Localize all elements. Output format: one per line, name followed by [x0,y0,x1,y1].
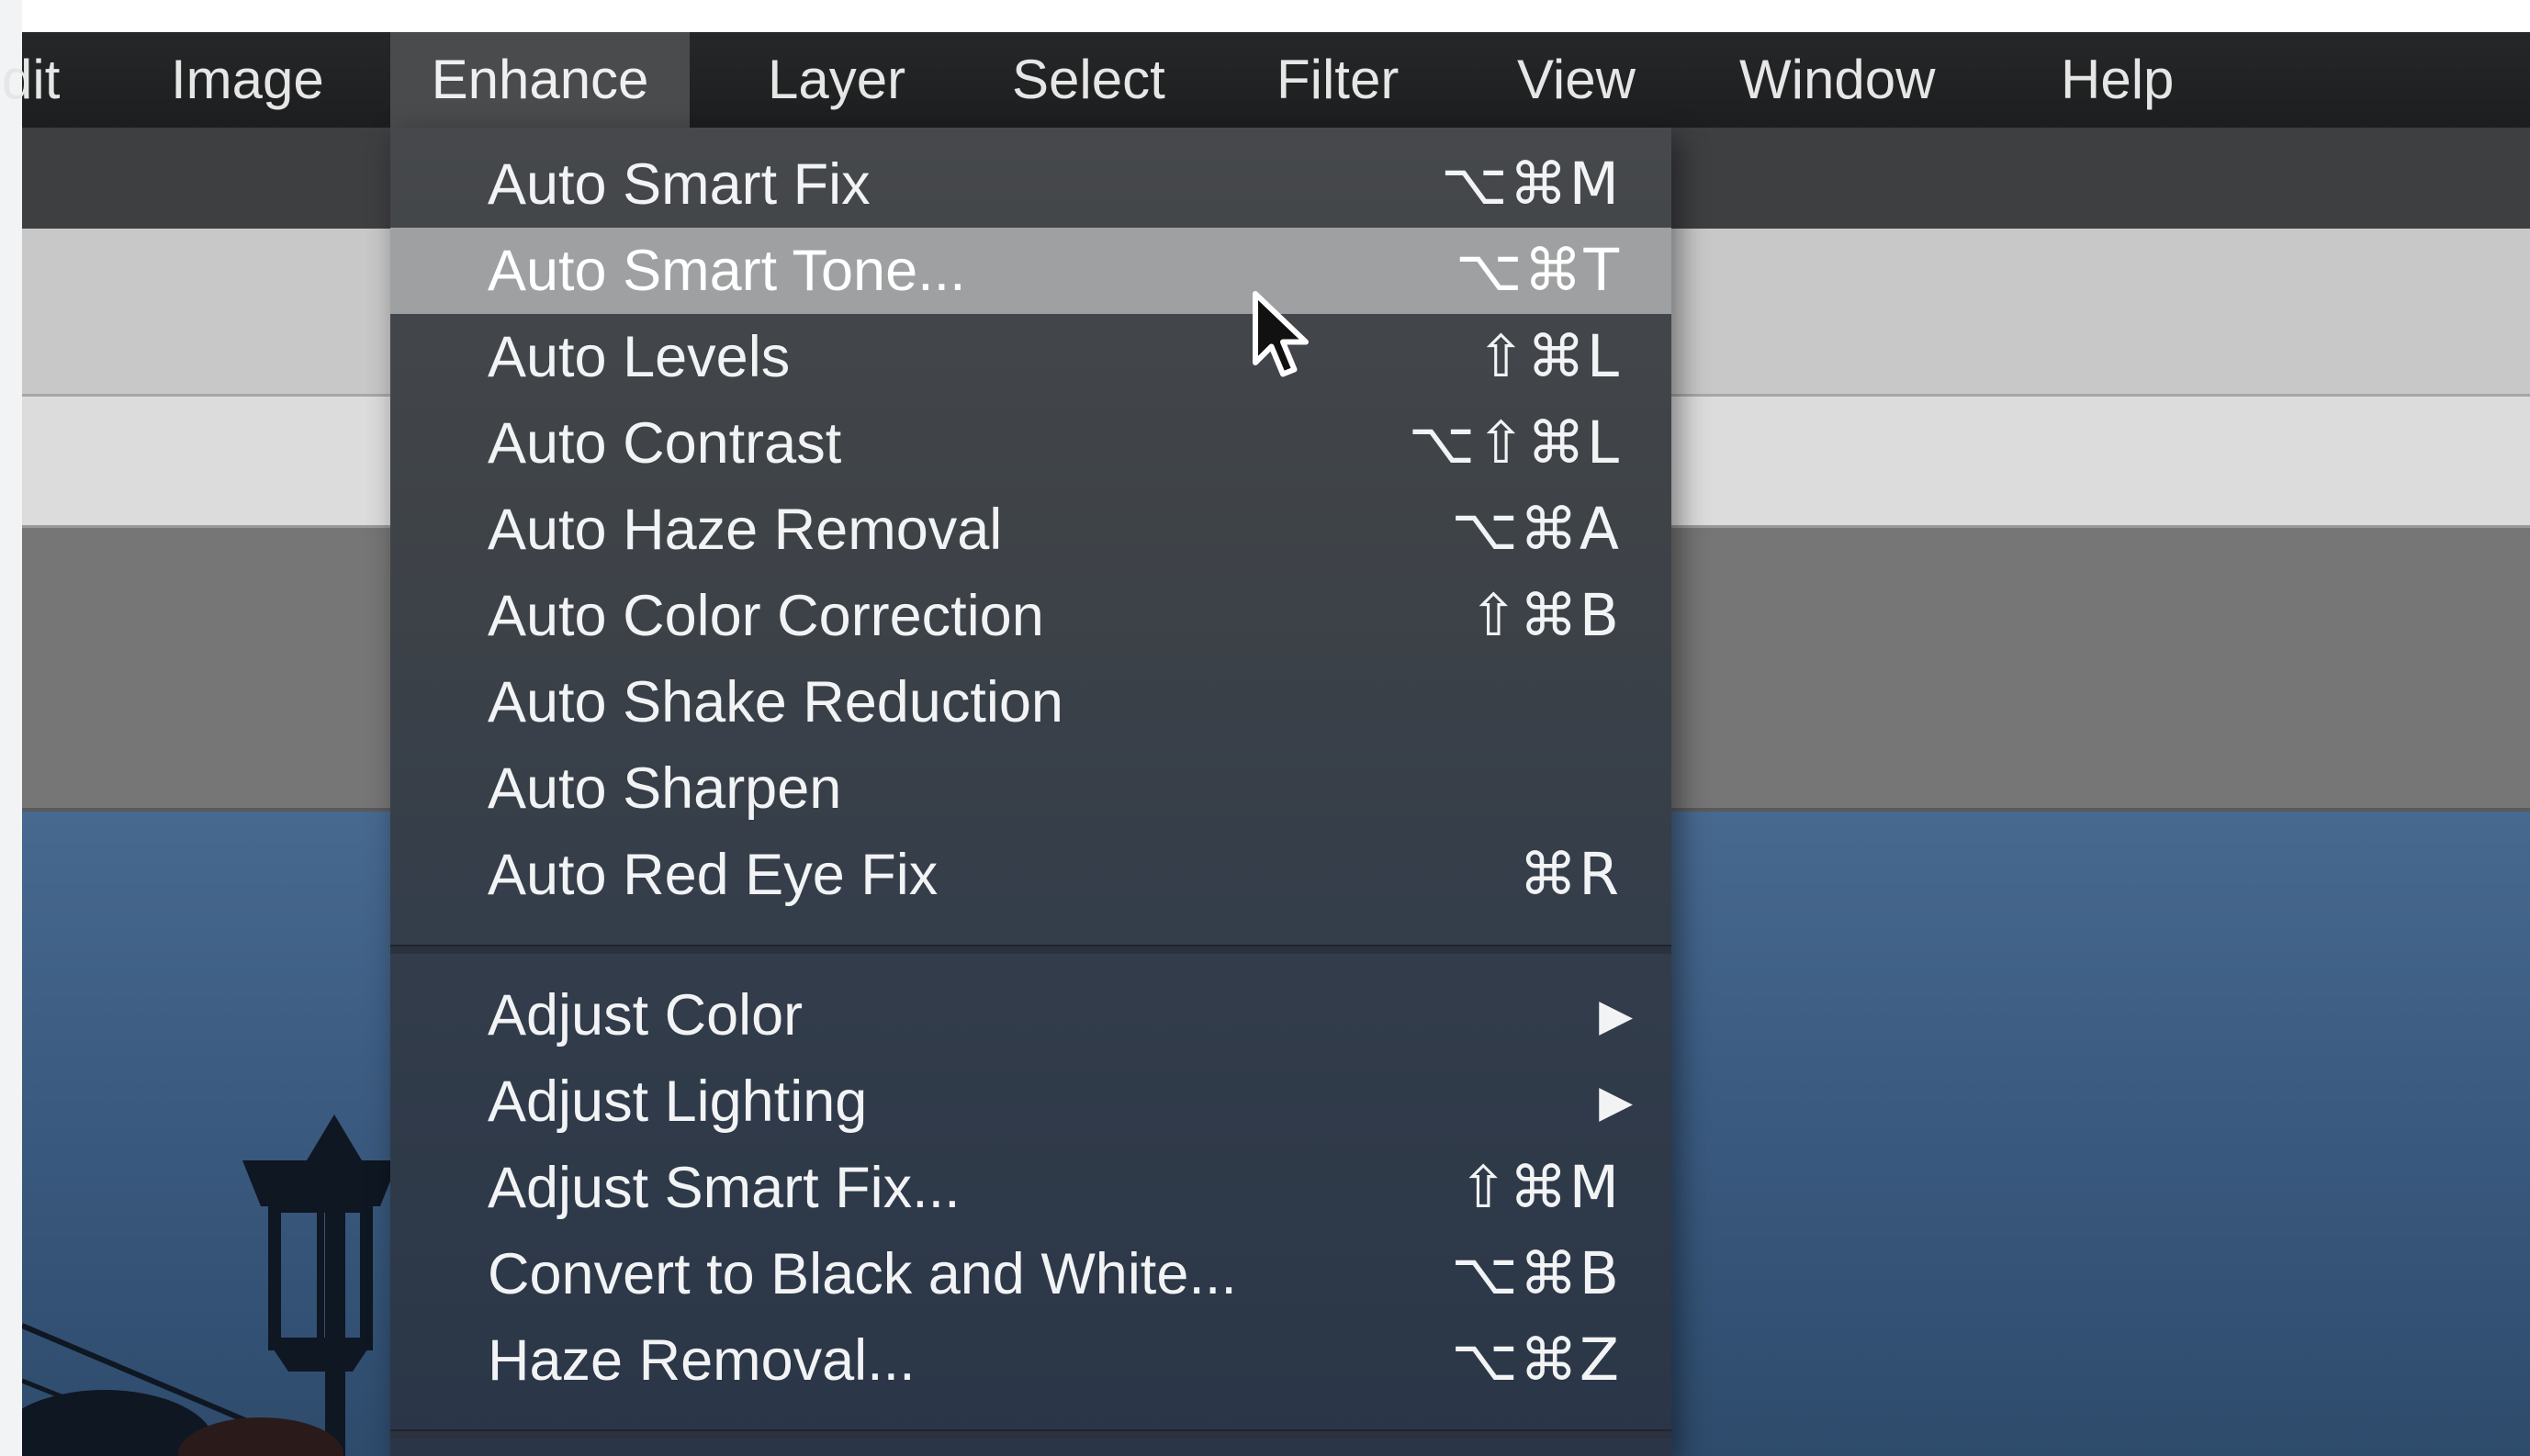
menu-item-auto-shake-reduction[interactable]: Auto Shake Reduction [390,659,1671,745]
menu-item-auto-sharpen[interactable]: Auto Sharpen [390,745,1671,832]
menu-view[interactable]: View [1488,32,1665,128]
menu-item-shortcut: ⇧⌘B [1468,582,1621,649]
enhance-menu: Auto Smart Fix ⌥⌘M Auto Smart Tone... ⌥⌘… [390,128,1671,1456]
menu-separator [390,1429,1671,1439]
menu-item-shortcut: ⌥⌘Z [1451,1327,1621,1394]
menu-item-shortcut: ⇧⌘L [1477,323,1621,390]
menu-item-auto-smart-tone[interactable]: Auto Smart Tone... ⌥⌘T [390,228,1671,314]
menu-item-label: Auto Contrast [488,411,842,476]
menu-item-label: Auto Shake Reduction [488,670,1063,734]
submenu-arrow-icon: ▶ [1599,990,1633,1041]
menu-item-label: Auto Sharpen [488,756,842,821]
menu-item-label: Auto Color Correction [488,584,1044,648]
menu-item-label: Auto Smart Tone... [488,239,966,303]
arrow-cursor-icon [1253,291,1309,377]
menu-item-shortcut: ⌥⌘M [1441,151,1621,218]
menu-edit[interactable]: dit [0,32,89,128]
menu-item-label: Auto Smart Fix [488,152,871,217]
app-screen: dit Image Enhance Layer Select Filter Vi… [0,0,2530,1456]
menu-image[interactable]: Image [141,32,354,128]
menu-item-auto-red-eye-fix[interactable]: Auto Red Eye Fix ⌘R [390,832,1671,918]
menu-filter[interactable]: Filter [1247,32,1428,128]
menu-item-haze-removal[interactable]: Haze Removal... ⌥⌘Z [390,1317,1671,1404]
window-edge [0,0,22,1456]
submenu-arrow-icon: ▶ [1599,1076,1633,1127]
menu-select[interactable]: Select [983,32,1195,128]
menu-layer[interactable]: Layer [738,32,935,128]
menu-item-shortcut: ⌥⌘B [1451,1240,1621,1307]
menu-help[interactable]: Help [2031,32,2203,128]
menu-item-adjust-lighting[interactable]: Adjust Lighting ▶ [390,1058,1671,1145]
menu-item-label: Haze Removal... [488,1328,916,1393]
menu-enhance[interactable]: Enhance [390,32,690,128]
menu-item-auto-smart-fix[interactable]: Auto Smart Fix ⌥⌘M [390,141,1671,228]
menu-item-adjust-smart-fix[interactable]: Adjust Smart Fix... ⇧⌘M [390,1145,1671,1231]
menu-item-auto-contrast[interactable]: Auto Contrast ⌥⇧⌘L [390,400,1671,487]
menu-bar: dit Image Enhance Layer Select Filter Vi… [2,32,2530,128]
menu-item-auto-haze-removal[interactable]: Auto Haze Removal ⌥⌘A [390,487,1671,573]
menu-item-shortcut: ⌥⇧⌘L [1408,409,1621,476]
menu-separator [390,945,1671,954]
menu-item-shortcut: ⌘R [1519,841,1621,908]
menu-item-auto-levels[interactable]: Auto Levels ⇧⌘L [390,314,1671,400]
menu-item-adjust-color[interactable]: Adjust Color ▶ [390,972,1671,1058]
menu-item-label: Adjust Lighting [488,1070,868,1134]
menu-item-shortcut: ⌥⌘T [1455,237,1621,304]
menu-item-label: Adjust Smart Fix... [488,1156,961,1220]
menu-item-label: Adjust Color [488,983,804,1047]
menu-item-shortcut: ⌥⌘A [1451,496,1621,563]
menu-item-shortcut: ⇧⌘M [1458,1154,1621,1221]
menu-item-convert-to-black-and-white[interactable]: Convert to Black and White... ⌥⌘B [390,1231,1671,1317]
menu-item-label: Auto Haze Removal [488,498,1003,562]
menu-item-label: Convert to Black and White... [488,1242,1237,1306]
menu-window[interactable]: Window [1710,32,1964,128]
menu-item-label: Auto Red Eye Fix [488,843,939,907]
menu-item-label: Auto Levels [488,325,791,389]
menu-item-auto-color-correction[interactable]: Auto Color Correction ⇧⌘B [390,573,1671,659]
